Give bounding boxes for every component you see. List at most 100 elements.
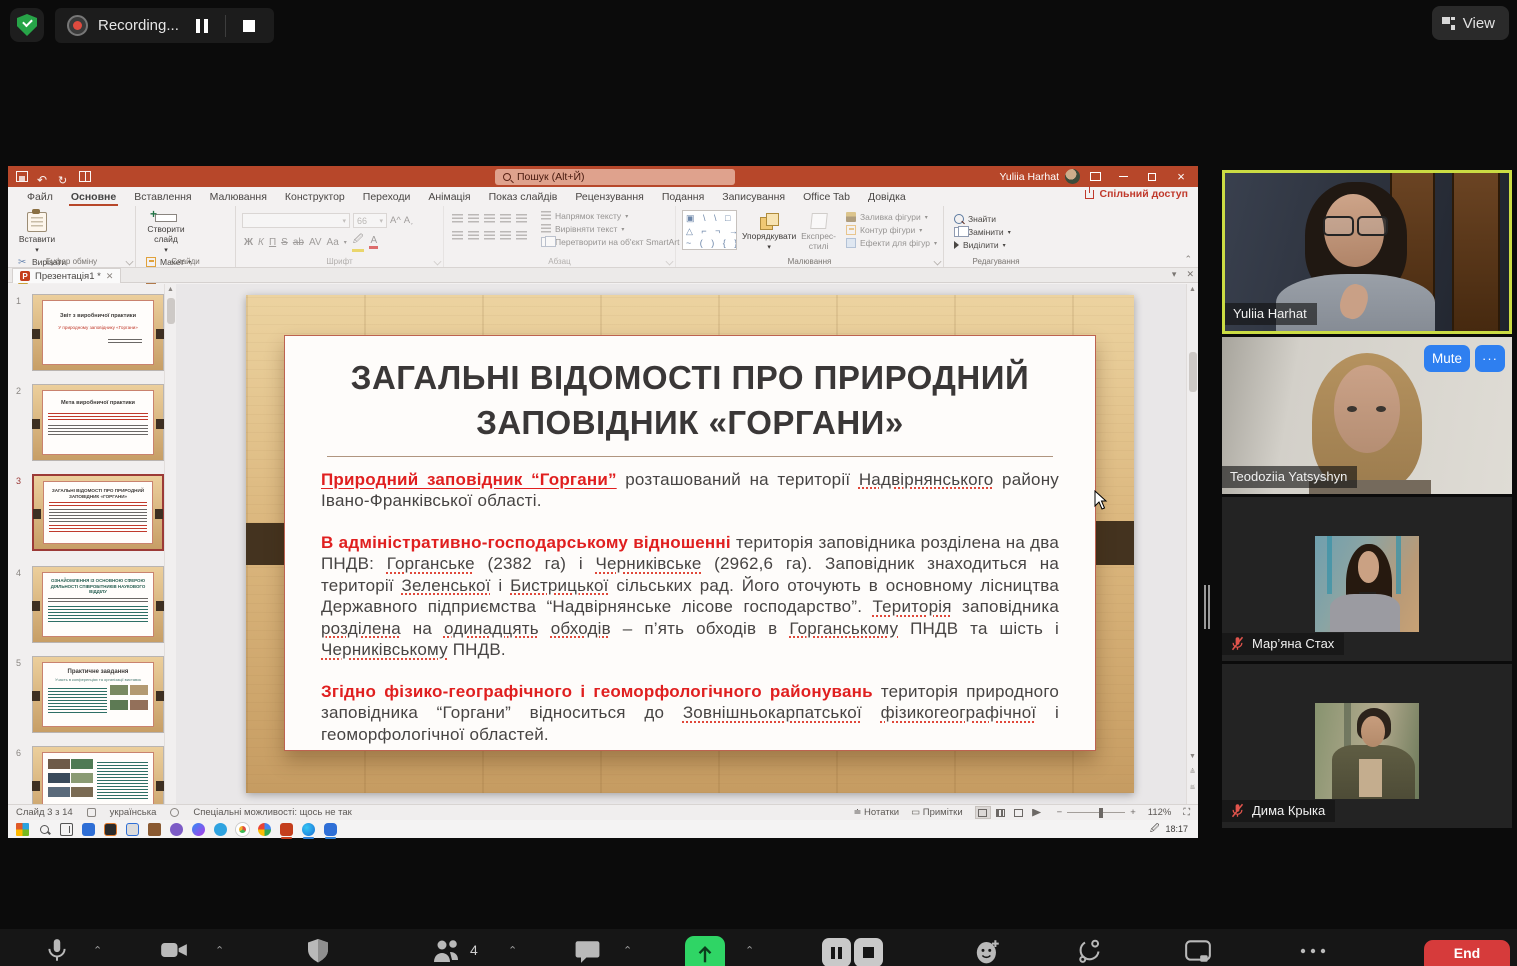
align-right-icon[interactable] [484, 231, 495, 240]
video-tile-mariana-stakh[interactable]: Мар’яна Стах [1222, 497, 1512, 661]
reading-view-icon[interactable] [1011, 806, 1027, 819]
replace-button[interactable]: Замінити ▾ [954, 227, 1011, 237]
tab-close-icon[interactable]: ✕ [1186, 269, 1194, 280]
collapse-ribbon-icon[interactable]: ⌃ [1184, 254, 1192, 265]
scroll-down-icon[interactable]: ▼ [1187, 753, 1198, 760]
tab-slideshow[interactable]: Показ слайдів [480, 187, 567, 206]
mic-options-chevron[interactable]: ⌃ [93, 944, 102, 957]
indent-decrease-icon[interactable] [484, 214, 495, 223]
shape-outline-button[interactable]: Контур фігури ▾ [846, 225, 937, 235]
redo-icon[interactable] [58, 171, 70, 182]
select-button[interactable]: Виділити ▾ [954, 240, 1011, 250]
tab-help[interactable]: Довідка [859, 187, 915, 206]
scroll-thumb[interactable] [1189, 352, 1197, 392]
camera-options-chevron[interactable]: ⌃ [215, 944, 224, 957]
customize-qat-icon[interactable] [79, 171, 91, 182]
shrink-font-icon[interactable]: А˯ [404, 215, 414, 226]
text-direction-button[interactable]: Напрямок тексту ▾ [541, 211, 686, 221]
security-button[interactable] [306, 938, 330, 964]
main-scrollbar[interactable]: ▲ ▼ ≜ ≝ [1186, 284, 1198, 804]
quick-styles-button[interactable]: Експрес-стилі [801, 210, 836, 251]
columns-icon[interactable] [516, 231, 527, 240]
align-text-button[interactable]: Вирівняти текст ▾ [541, 224, 686, 234]
taskbar-chrome-icon[interactable] [236, 823, 249, 836]
accessibility-status[interactable]: Спеціальні можливості: щось не так [193, 807, 351, 818]
reactions-button[interactable] [974, 938, 1001, 965]
kerning-button[interactable]: AV [309, 237, 322, 248]
tab-draw[interactable]: Малювання [201, 187, 276, 206]
document-tab[interactable]: P Презентація1 * ✕ [12, 268, 121, 283]
view-button[interactable]: View [1432, 6, 1509, 40]
taskbar-app-photos-icon[interactable] [82, 823, 95, 836]
slide-thumbnail-5[interactable]: Практичне завдання Участь в конференціях… [32, 656, 164, 733]
slideshow-icon[interactable] [1029, 806, 1045, 819]
stop-record-button[interactable] [854, 938, 883, 966]
highlight-button[interactable]: 🖉 [352, 232, 365, 252]
video-tile-teodoziia-yatsyshyn[interactable]: Mute ··· Teodoziia Yatsyshyn [1222, 337, 1512, 494]
stop-recording-button[interactable] [236, 14, 262, 38]
font-name-combo[interactable]: ▾ [242, 213, 350, 228]
participants-button[interactable] [432, 938, 464, 964]
notes-button[interactable]: ≐ Нотатки [853, 807, 899, 818]
taskbar-edge-icon[interactable] [302, 823, 315, 836]
slide-thumbnail-2[interactable]: Мета виробничої практики [32, 384, 164, 461]
shape-effects-button[interactable]: Ефекти для фігур ▾ [846, 238, 937, 248]
panel-scroll-up-icon[interactable]: ▲ [165, 284, 176, 296]
microphone-button[interactable] [44, 938, 70, 964]
end-meeting-button[interactable]: End [1424, 940, 1510, 966]
taskbar-clock[interactable]: 🖉18:17 [1150, 821, 1188, 837]
language-indicator[interactable]: українська [110, 807, 157, 818]
shadow-button[interactable]: ab [293, 237, 304, 248]
video-tile-yuliia-harhat-active[interactable]: Yuliia Harhat [1222, 170, 1512, 334]
taskbar-google-icon[interactable] [258, 823, 271, 836]
start-button-icon[interactable] [16, 823, 29, 836]
more-button[interactable] [1296, 938, 1330, 964]
align-center-icon[interactable] [468, 231, 479, 240]
task-view-icon[interactable] [60, 823, 73, 836]
find-button[interactable]: Знайти [954, 214, 1011, 224]
video-tile-dyma-kryka[interactable]: Дима Крыка [1222, 664, 1512, 828]
slide-thumbnail-1[interactable]: Звіт з виробничої практики У природному … [32, 294, 164, 371]
tab-officetab[interactable]: Office Tab [794, 187, 859, 206]
taskbar-messenger-icon[interactable] [192, 823, 205, 836]
zoom-slider[interactable]: −+ [1057, 807, 1136, 818]
taskbar-app-folder-icon[interactable] [104, 823, 117, 836]
slide-canvas[interactable]: ЗАГАЛЬНІ ВІДОМОСТІ ПРО ПРИРОДНИЙ ЗАПОВІД… [246, 295, 1134, 793]
next-slide-icon[interactable]: ≝ [1187, 784, 1198, 792]
undo-icon[interactable] [37, 171, 49, 182]
tab-home[interactable]: Основне [62, 187, 125, 206]
tab-options-icon[interactable]: ▾ [1172, 269, 1177, 280]
tab-animations[interactable]: Анімація [419, 187, 479, 206]
taskbar-powerpoint-icon[interactable] [280, 823, 293, 836]
strike-button[interactable]: S [281, 237, 288, 248]
shapes-gallery[interactable]: ▣ \ \ □ ○ ▭ △ ⌐ ¬ → ↓ ▷ ~ ( ) { } ☆ [682, 210, 737, 250]
case-button[interactable]: Aa [327, 237, 339, 248]
fit-slide-icon[interactable]: ⛶ [1183, 807, 1190, 818]
shape-fill-button[interactable]: Заливка фігури ▾ [846, 212, 937, 222]
justify-icon[interactable] [500, 231, 511, 240]
apps-button[interactable] [1076, 938, 1103, 965]
tab-recording[interactable]: Записування [713, 187, 794, 206]
previous-slide-icon[interactable]: ≜ [1187, 768, 1198, 776]
more-options-button[interactable]: ··· [1475, 345, 1505, 372]
tab-view[interactable]: Подання [653, 187, 713, 206]
slide-thumbnail-4[interactable]: ОЗНАЙОМЛЕННЯ ІЗ ОСНОВНОЮ СФЕРОЮ ДІЯЛЬНОС… [32, 566, 164, 643]
comments-button[interactable]: ▭ Примітки [911, 807, 963, 818]
font-size-combo[interactable]: 66▾ [353, 213, 387, 228]
taskbar-viber-icon[interactable] [170, 823, 183, 836]
tab-transitions[interactable]: Переходи [354, 187, 420, 206]
chat-button[interactable] [574, 938, 601, 964]
share-button[interactable]: Спільний доступ [1085, 188, 1188, 200]
slide-text-box[interactable]: ЗАГАЛЬНІ ВІДОМОСТІ ПРО ПРИРОДНИЙ ЗАПОВІД… [284, 335, 1096, 751]
taskbar-search-icon[interactable] [38, 823, 51, 836]
account-area[interactable]: Yuliia Harhat [999, 166, 1080, 187]
bullets-icon[interactable] [452, 214, 463, 223]
bold-button[interactable]: Ж [244, 237, 253, 248]
taskbar-app-home-icon[interactable] [148, 823, 161, 836]
align-left-icon[interactable] [452, 231, 463, 240]
smartart-button[interactable]: Перетворити на об'єкт SmartArt ▾ [541, 237, 686, 247]
close-button[interactable]: × [1166, 166, 1196, 187]
security-shield-button[interactable] [10, 8, 44, 42]
scroll-up-icon[interactable]: ▲ [1187, 286, 1198, 293]
restore-button[interactable] [1137, 166, 1167, 187]
